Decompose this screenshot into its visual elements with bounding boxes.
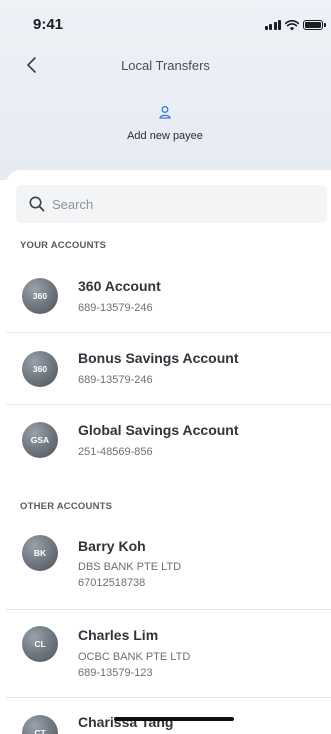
status-icons	[264, 19, 326, 31]
payee-account-number: 67012518738	[78, 577, 146, 589]
account-number: 251-48569-856	[78, 446, 153, 458]
payee-bank: OCBC BANK PTE LTD	[78, 651, 191, 663]
account-row-bonus-savings[interactable]: 360 Bonus Savings Account 689-13579-246	[6, 333, 331, 405]
avatar: 360	[22, 278, 58, 314]
search-input[interactable]	[52, 196, 312, 212]
avatar: CT	[22, 715, 58, 734]
search-bar[interactable]	[16, 185, 327, 223]
battery-icon	[303, 20, 326, 30]
account-row-360[interactable]: 360 360 Account 689-13579-246	[6, 256, 331, 333]
payee-name: Charles Lim	[78, 627, 159, 643]
signal-icon	[264, 20, 281, 30]
avatar: BK	[22, 535, 58, 571]
account-row-global-savings[interactable]: GSA Global Savings Account 251-48569-856	[6, 405, 331, 477]
status-bar: 9:41	[0, 0, 331, 44]
user-icon	[159, 106, 171, 119]
section-label-your-accounts: YOUR ACCOUNTS	[20, 240, 107, 251]
payee-row-charissa-tang[interactable]: CT Charissa Tang	[6, 698, 331, 734]
avatar: 360	[22, 351, 58, 387]
account-name: 360 Account	[78, 278, 161, 294]
account-name: Global Savings Account	[78, 422, 239, 438]
page-title: Local Transfers	[121, 58, 210, 73]
wifi-icon	[285, 19, 299, 30]
account-number: 689-13579-246	[78, 302, 153, 314]
payee-account-number: 689-13579-123	[78, 667, 153, 679]
status-time: 9:41	[33, 16, 64, 33]
payee-name: Barry Koh	[78, 538, 146, 554]
account-name: Bonus Savings Account	[78, 350, 239, 366]
payee-bank: DBS BANK PTE LTD	[78, 561, 182, 573]
section-label-other-accounts: OTHER ACCOUNTS	[20, 501, 113, 512]
payee-row-barry-koh[interactable]: BK Barry Koh DBS BANK PTE LTD 6701251873…	[6, 515, 331, 610]
home-indicator[interactable]	[114, 717, 234, 721]
account-number: 689-13579-246	[78, 374, 153, 386]
add-new-payee-button[interactable]: Add new payee	[115, 104, 215, 150]
avatar: GSA	[22, 422, 58, 458]
payee-row-charles-lim[interactable]: CL Charles Lim OCBC BANK PTE LTD 689-135…	[6, 610, 331, 698]
add-new-payee-label: Add new payee	[127, 130, 203, 142]
avatar: CL	[22, 626, 58, 662]
payee-list-sheet: YOUR ACCOUNTS 360 360 Account 689-13579-…	[6, 170, 331, 734]
search-icon	[29, 196, 45, 212]
header: 9:41 Local Transfers Add new payee	[0, 0, 331, 180]
